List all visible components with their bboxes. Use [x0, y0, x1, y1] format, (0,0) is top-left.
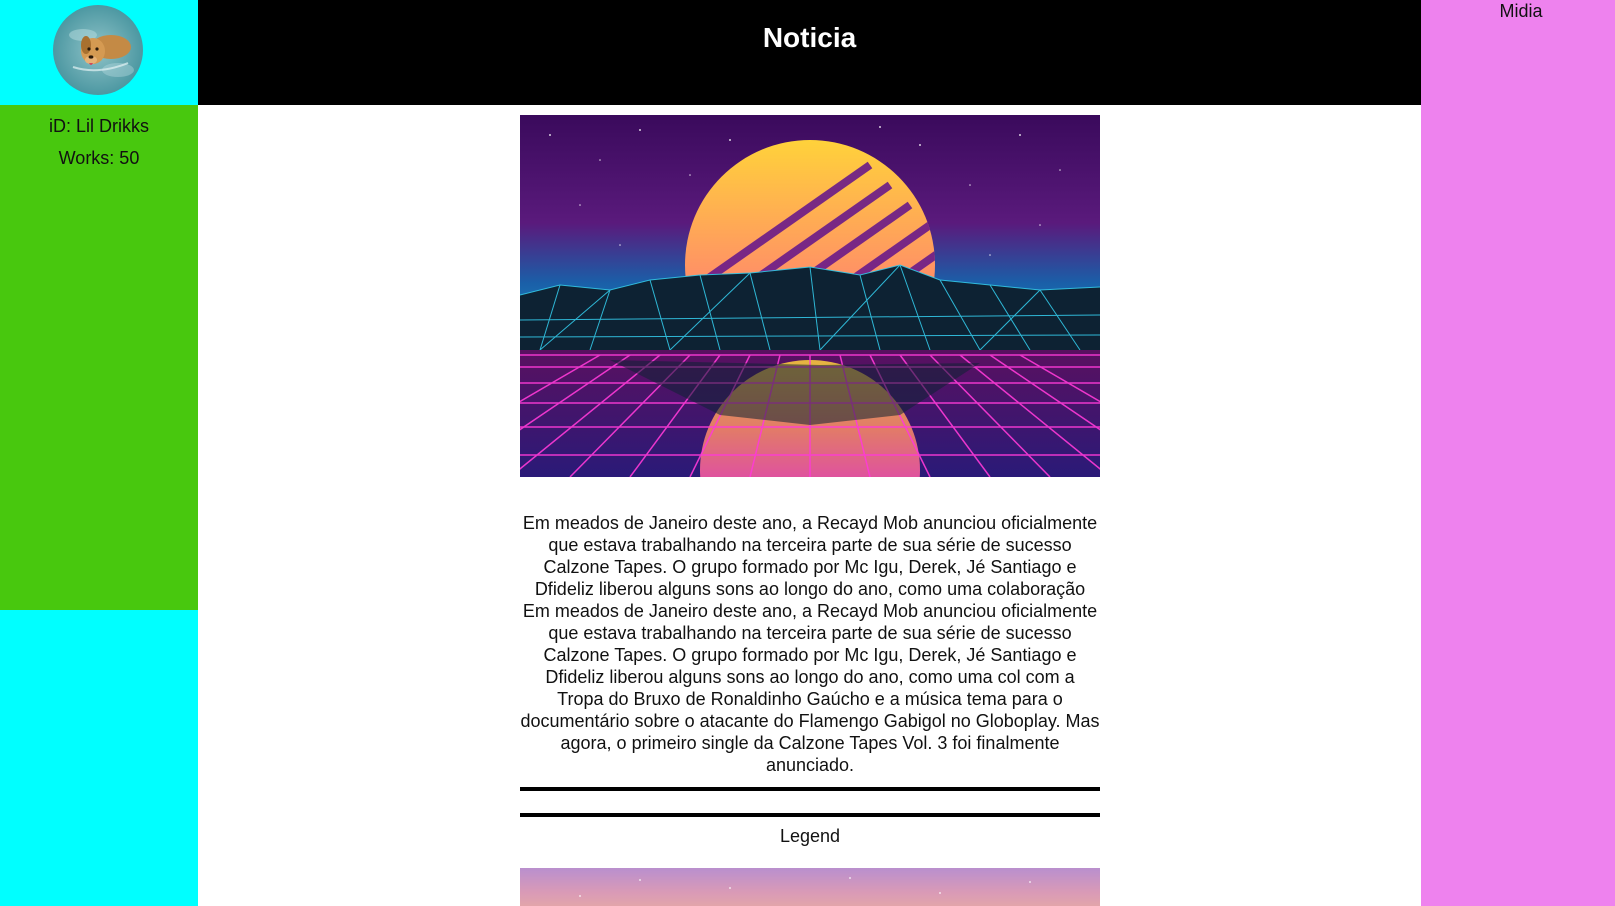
article-body: Em meados de Janeiro deste ano, a Recayd…: [520, 513, 1100, 775]
synthwave-sky-icon: [579, 877, 1031, 897]
main-content: Em meados de Janeiro deste ano, a Recayd…: [198, 105, 1421, 906]
avatar-area: [0, 0, 198, 105]
page: iD: Lil Drikks Works: 50 Noticia Midia E…: [0, 0, 1615, 906]
header-bar: Noticia: [198, 0, 1421, 105]
user-id: iD: Lil Drikks: [48, 116, 149, 136]
works-count: Works: 50: [58, 148, 140, 168]
image-legend: Legend: [779, 826, 841, 846]
second-image: [520, 868, 1100, 906]
hero-image: [520, 115, 1100, 477]
page-title: Noticia: [762, 22, 857, 53]
left-sidebar: iD: Lil Drikks Works: 50: [0, 0, 198, 906]
dog-swimming-photo-icon: [53, 5, 143, 95]
user-info-panel: iD: Lil Drikks Works: 50: [0, 105, 198, 610]
media-title: Midia: [1499, 1, 1543, 21]
right-sidebar: Midia: [1421, 0, 1615, 906]
divider-top: [520, 787, 1100, 791]
avatar[interactable]: [53, 5, 143, 95]
divider-bottom: [520, 813, 1100, 817]
synthwave-sunset-grid-icon: [520, 115, 1100, 477]
